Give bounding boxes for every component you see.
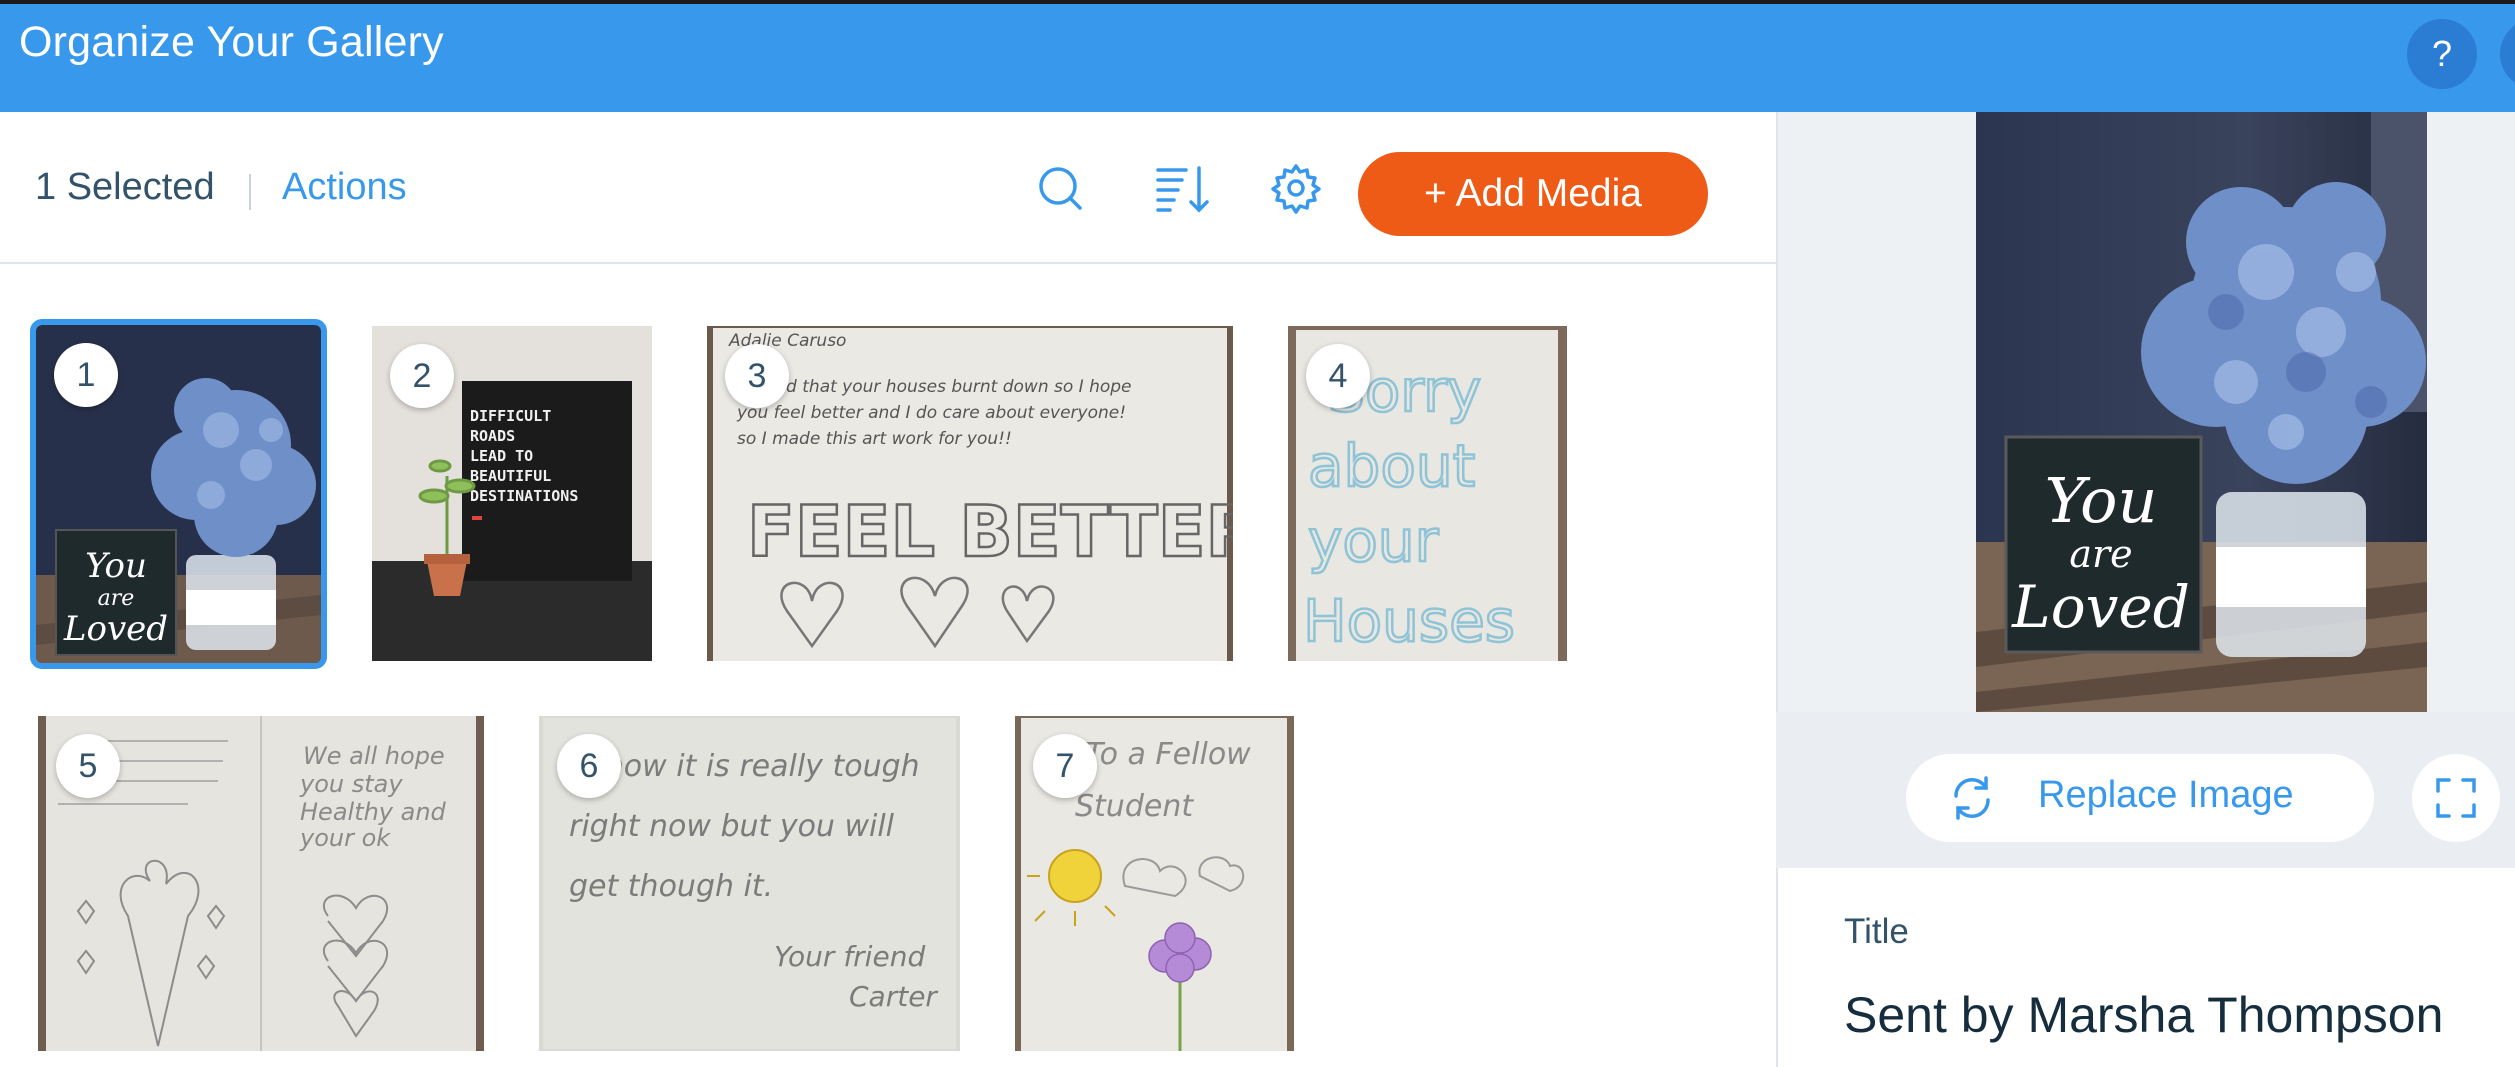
card-text-line: I know it is really tough — [569, 749, 920, 784]
refresh-icon — [1954, 776, 1990, 820]
letterboard-line: BEAUTIFUL — [470, 467, 551, 485]
card-text-line: so I made this art work for you!! — [737, 429, 1012, 449]
gear-icon[interactable] — [1266, 158, 1326, 218]
letterboard-line: ROADS — [470, 427, 515, 445]
letterboard-line: LEAD TO — [470, 447, 533, 465]
gallery-item-7[interactable]: To a Fellow Student 7 — [1015, 716, 1294, 1051]
page-title: Organize Your Gallery — [19, 18, 444, 66]
gallery-item-5[interactable]: We all hope you stay Healthy and your ok… — [38, 716, 484, 1051]
sign-text-line: Loved — [2011, 573, 2190, 641]
card-text-line: Healthy and — [300, 798, 447, 826]
item-number-badge: 3 — [725, 344, 789, 408]
search-icon[interactable] — [1030, 158, 1090, 218]
item-number-badge: 5 — [56, 734, 120, 798]
card-big-text: FEEL BETTER — [747, 491, 1233, 573]
card-text-line: you stay — [299, 770, 403, 798]
card-text-line: We all hope — [303, 742, 445, 770]
card-text-line: Student — [1075, 789, 1194, 824]
card-text-line: right now but you will — [569, 809, 895, 844]
sign-text-line: Loved — [63, 609, 168, 649]
card-text-line: I heard that your houses burnt down so I… — [737, 377, 1132, 397]
help-button[interactable]: ? — [2407, 19, 2477, 89]
card-text-line: get though it. — [569, 869, 773, 904]
letterboard-line: DIFFICULT — [470, 407, 551, 425]
toolbar-divider — [249, 174, 251, 210]
title-field-input[interactable]: Sent by Marsha Thompson — [1844, 986, 2443, 1044]
hydrangea-preview-photo: You are Loved — [1976, 112, 2427, 712]
sort-icon[interactable] — [1153, 158, 1213, 218]
item-number-badge: 4 — [1306, 344, 1370, 408]
replace-image-button[interactable]: Replace Image — [1906, 754, 2374, 842]
actions-menu-link[interactable]: Actions — [282, 166, 407, 209]
close-button[interactable] — [2500, 19, 2515, 89]
gallery-item-4[interactable]: Sorry about your Houses 4 — [1288, 326, 1567, 661]
expand-preview-button[interactable] — [2412, 754, 2500, 842]
sign-text-line: You — [85, 546, 147, 586]
gallery-item-3[interactable]: Adalie Caruso I heard that your houses b… — [707, 326, 1233, 661]
gallery-item-1[interactable]: You are Loved 1 — [30, 319, 327, 669]
item-number-badge: 6 — [557, 734, 621, 798]
sign-text-line: are — [2069, 532, 2132, 576]
card-text-line: Your friend — [774, 940, 925, 973]
letterboard-line: DESTINATIONS — [470, 487, 578, 505]
fullscreen-icon — [2436, 778, 2476, 818]
add-media-button[interactable]: + Add Media — [1358, 152, 1708, 236]
item-number-badge: 7 — [1033, 734, 1097, 798]
card-text-line: your ok — [299, 824, 391, 852]
card-text-line: To a Fellow — [1085, 737, 1251, 772]
selection-count: 1 Selected — [35, 166, 215, 208]
card-text-line: Carter — [849, 980, 938, 1013]
gallery-item-6[interactable]: I know it is really tough right now but … — [539, 716, 960, 1051]
card-text-line: you feel better and I do care about ever… — [736, 403, 1126, 423]
title-field-label: Title — [1844, 912, 1909, 951]
gallery-item-2[interactable]: DIFFICULT ROADS LEAD TO BEAUTIFUL DESTIN… — [372, 326, 652, 661]
item-number-badge: 1 — [54, 343, 118, 407]
replace-image-label: Replace Image — [2038, 774, 2294, 816]
card-text-line: about — [1308, 432, 1475, 500]
selected-image-preview: You are Loved — [1976, 112, 2427, 712]
item-number-badge: 2 — [390, 344, 454, 408]
sign-text-line: You — [2045, 464, 2158, 537]
card-text-line: Houses — [1303, 587, 1515, 655]
sign-text-line: are — [98, 586, 135, 611]
card-text-line: your — [1308, 507, 1439, 575]
gallery-toolbar: 1 Selected Actions + Add Media — [0, 112, 1776, 264]
app-header: Organize Your Gallery ? — [0, 0, 2515, 112]
